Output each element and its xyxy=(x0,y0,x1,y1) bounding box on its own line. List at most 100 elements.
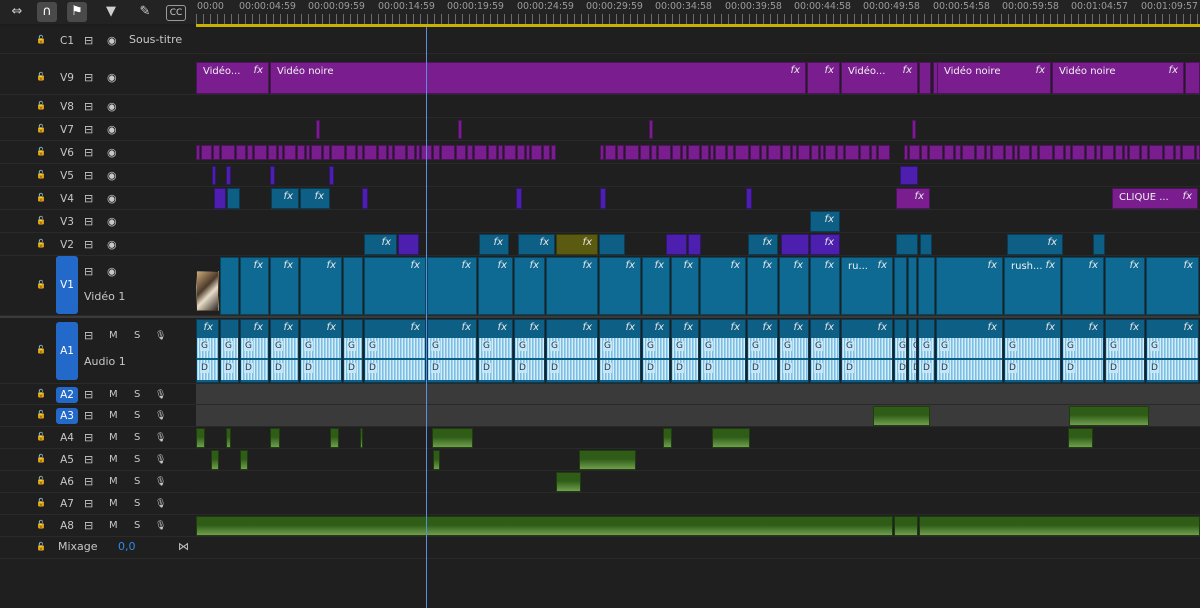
lock-icon[interactable]: 🔓 xyxy=(36,239,47,249)
clip[interactable] xyxy=(811,145,819,160)
clip[interactable] xyxy=(904,145,908,160)
fx-badge[interactable]: fx xyxy=(1130,322,1139,333)
clip[interactable] xyxy=(551,145,556,160)
lock-icon[interactable]: 🔓 xyxy=(36,345,47,355)
clip[interactable] xyxy=(792,145,797,160)
clip-marker[interactable] xyxy=(912,120,916,139)
microphone-icon[interactable]: 🎙 xyxy=(155,454,166,466)
fx-badge[interactable]: fx xyxy=(540,237,549,248)
solo-button[interactable]: S xyxy=(134,454,140,466)
fx-badge[interactable]: fx xyxy=(684,260,693,271)
clip-audio[interactable] xyxy=(226,428,231,448)
clip-audio[interactable] xyxy=(873,406,930,426)
mute-button[interactable]: M xyxy=(109,330,118,342)
clip-audio[interactable]: fx G D xyxy=(1105,319,1145,383)
fx-badge[interactable]: fx xyxy=(1130,260,1139,271)
toggle-output-icon[interactable]: ⊟ xyxy=(84,476,93,488)
clip[interactable] xyxy=(1141,145,1148,160)
clip[interactable] xyxy=(962,145,975,160)
clip-video[interactable]: Vidéo... fx xyxy=(196,62,269,94)
fx-badge[interactable]: fx xyxy=(988,322,997,333)
timeline-area[interactable]: Vidéo... fx Vidéo noire fx fx Vidéo... fx Vidéo… xyxy=(196,27,1200,608)
fx-badge[interactable]: fx xyxy=(254,260,263,271)
mute-button[interactable]: M xyxy=(109,432,118,444)
track-name[interactable]: V5 xyxy=(56,168,78,184)
clip-audio[interactable]: fx G D xyxy=(936,319,1003,383)
clip-audio[interactable] xyxy=(330,428,339,448)
toggle-output-icon[interactable]: ⊟ xyxy=(84,330,93,342)
clip-audio[interactable]: GD xyxy=(908,319,917,383)
clip-audio[interactable]: fx G D xyxy=(747,319,778,383)
clip-clique[interactable]: CLIQUE ... fx xyxy=(1112,188,1198,209)
clip[interactable] xyxy=(416,145,420,160)
clip[interactable] xyxy=(433,145,440,160)
clip[interactable] xyxy=(701,145,709,160)
clip[interactable] xyxy=(992,145,1004,160)
eye-icon[interactable]: ◉ xyxy=(107,147,117,159)
clip-video-noire[interactable]: Vidéo noire fx xyxy=(1052,62,1184,94)
fx-badge[interactable]: fx xyxy=(284,322,293,333)
clip-audio[interactable]: fx G D xyxy=(240,319,269,383)
clip[interactable] xyxy=(715,145,726,160)
fx-badge[interactable]: fx xyxy=(763,260,772,271)
toggle-output-icon[interactable]: ⊟ xyxy=(84,498,93,510)
track-name[interactable]: V6 xyxy=(56,145,78,161)
clip-audio[interactable]: GD xyxy=(343,319,363,383)
fx-badge[interactable]: fx xyxy=(530,322,539,333)
clip-audio[interactable] xyxy=(433,450,440,470)
clip-audio[interactable]: fx G D xyxy=(1062,319,1104,383)
clip[interactable] xyxy=(750,145,760,160)
eye-icon[interactable]: ◉ xyxy=(107,124,117,136)
clip[interactable] xyxy=(919,62,931,94)
clip[interactable] xyxy=(617,145,624,160)
fx-badge[interactable]: fx xyxy=(1046,322,1055,333)
clip-video[interactable]: fx xyxy=(936,257,1003,315)
fx-badge[interactable]: fx xyxy=(462,322,471,333)
clip[interactable] xyxy=(761,145,767,160)
fx-badge[interactable]: fx xyxy=(327,260,336,271)
clip[interactable]: fx xyxy=(807,62,840,94)
fx-badge[interactable]: fx xyxy=(731,260,740,271)
clip[interactable]: fx xyxy=(271,188,299,209)
clip-audio[interactable]: fx G D xyxy=(546,319,598,383)
clip-audio[interactable] xyxy=(556,472,581,492)
mute-button[interactable]: M xyxy=(109,389,118,401)
clip[interactable]: fx xyxy=(300,188,330,209)
fx-badge[interactable]: fx xyxy=(1184,260,1193,271)
clip[interactable] xyxy=(196,145,200,160)
clip[interactable] xyxy=(388,145,393,160)
track-name[interactable]: A2 xyxy=(56,387,78,403)
clip[interactable] xyxy=(640,145,650,160)
eye-icon[interactable]: ◉ xyxy=(107,239,117,251)
clip[interactable] xyxy=(837,145,844,160)
clip[interactable] xyxy=(407,145,415,160)
clip[interactable]: fx xyxy=(810,234,840,255)
clip-audio[interactable]: fx G D xyxy=(427,319,477,383)
mute-button[interactable]: M xyxy=(109,410,118,422)
fx-badge[interactable]: fx xyxy=(825,65,834,76)
track-lane-mix[interactable] xyxy=(196,537,1200,559)
fx-badge[interactable]: fx xyxy=(494,237,503,248)
clip[interactable] xyxy=(456,145,466,160)
clip[interactable] xyxy=(329,166,334,185)
toggle-output-icon[interactable]: ⊟ xyxy=(84,216,93,228)
fx-badge[interactable]: fx xyxy=(315,191,324,202)
fx-badge[interactable]: fx xyxy=(903,65,912,76)
clip[interactable] xyxy=(1086,145,1095,160)
clip[interactable] xyxy=(798,145,810,160)
track-lane-v7[interactable] xyxy=(196,118,1200,141)
fx-badge[interactable]: fx xyxy=(1048,237,1057,248)
clip[interactable] xyxy=(900,166,918,185)
lock-icon[interactable]: 🔓 xyxy=(36,216,47,226)
clip[interactable] xyxy=(920,234,932,255)
clip-video-noire[interactable]: Vidéo noire fx xyxy=(937,62,1051,94)
fx-badge[interactable]: fx xyxy=(1183,191,1192,202)
clip[interactable] xyxy=(270,166,275,185)
toggle-output-icon[interactable]: ⊟ xyxy=(84,72,93,84)
clip-audio[interactable]: fx G D xyxy=(514,319,545,383)
clip-audio[interactable]: fx G D xyxy=(810,319,840,383)
clip-audio[interactable] xyxy=(240,450,248,470)
clip[interactable] xyxy=(976,145,985,160)
clip-audio[interactable]: fx G D xyxy=(671,319,699,383)
fx-badge[interactable]: fx xyxy=(731,322,740,333)
